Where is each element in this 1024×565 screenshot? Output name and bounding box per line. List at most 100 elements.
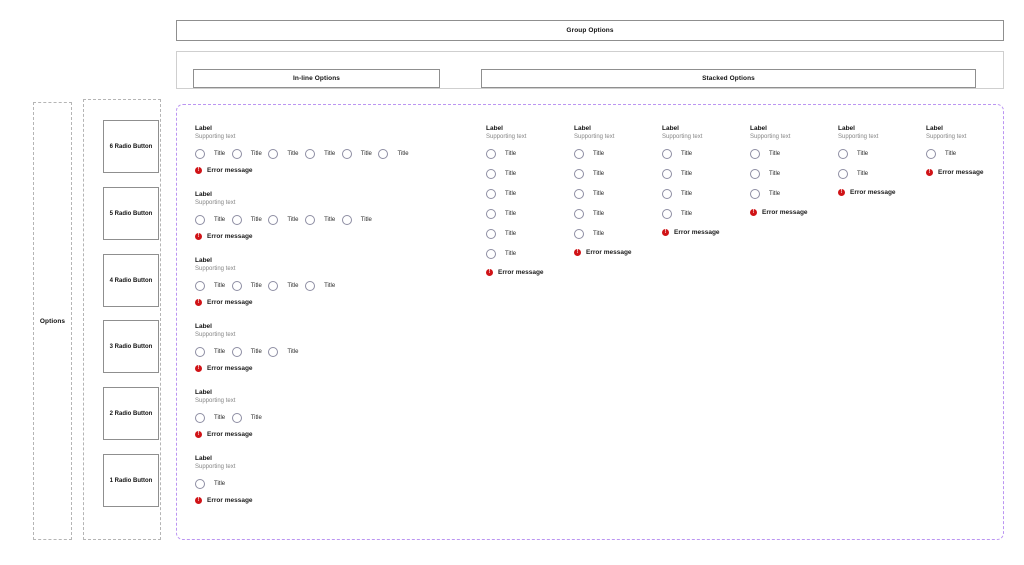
radio-button-icon[interactable] — [750, 169, 760, 179]
radio-option: Title — [926, 149, 956, 159]
radio-option-title: Title — [214, 217, 225, 223]
radio-option: Title — [750, 149, 780, 159]
radio-option: Title — [838, 149, 868, 159]
radio-row: Title Title Title Title Title — [195, 215, 378, 225]
radio-button-icon[interactable] — [486, 149, 496, 159]
radio-option: Title — [232, 281, 269, 291]
radio-option-title: Title — [361, 217, 372, 223]
error-row: ! Error message — [662, 229, 720, 236]
variant-box[interactable]: 1 Radio Button — [103, 454, 159, 507]
radio-option-title: Title — [681, 211, 692, 217]
radio-button-icon[interactable] — [232, 149, 242, 159]
group-supporting-text: Supporting text — [486, 134, 526, 141]
radio-button-icon[interactable] — [342, 149, 352, 159]
radio-row: Title Title Title Title Title Title — [195, 149, 415, 159]
radio-option-title: Title — [324, 283, 335, 289]
group-label: Label — [574, 125, 591, 132]
radio-button-icon[interactable] — [232, 215, 242, 225]
variant-box[interactable]: 3 Radio Button — [103, 320, 159, 373]
radio-option: Title — [232, 149, 269, 159]
radio-button-icon[interactable] — [750, 189, 760, 199]
radio-button-icon[interactable] — [268, 281, 278, 291]
radio-button-icon[interactable] — [195, 479, 205, 489]
radio-button-icon[interactable] — [305, 215, 315, 225]
radio-option-title: Title — [287, 283, 298, 289]
radio-button-icon[interactable] — [232, 347, 242, 357]
radio-button-icon[interactable] — [662, 169, 672, 179]
radio-button-icon[interactable] — [195, 347, 205, 357]
radio-button-icon[interactable] — [486, 249, 496, 259]
group-label: Label — [195, 455, 212, 462]
radio-button-icon[interactable] — [486, 189, 496, 199]
radio-button-icon[interactable] — [305, 149, 315, 159]
radio-option-title: Title — [505, 211, 516, 217]
variant-box-label: 6 Radio Button — [110, 144, 153, 150]
radio-option: Title — [574, 209, 604, 219]
radio-button-icon[interactable] — [486, 209, 496, 219]
radio-button-icon[interactable] — [195, 215, 205, 225]
radio-button-icon[interactable] — [268, 215, 278, 225]
radio-option-title: Title — [945, 151, 956, 157]
radio-option: Title — [268, 149, 305, 159]
radio-button-icon[interactable] — [574, 149, 584, 159]
error-row: ! Error message — [195, 233, 253, 240]
radio-button-icon[interactable] — [232, 281, 242, 291]
group-options-frame[interactable]: Group Options — [176, 20, 1004, 41]
variant-box[interactable]: 4 Radio Button — [103, 254, 159, 307]
error-icon: ! — [195, 497, 202, 504]
radio-option: Title — [195, 347, 232, 357]
variant-box[interactable]: 5 Radio Button — [103, 187, 159, 240]
variant-box-label: 5 Radio Button — [110, 211, 153, 217]
radio-button-icon[interactable] — [838, 149, 848, 159]
radio-button-icon[interactable] — [662, 209, 672, 219]
variant-box[interactable]: 2 Radio Button — [103, 387, 159, 440]
error-icon: ! — [486, 269, 493, 276]
error-row: ! Error message — [195, 365, 253, 372]
radio-option-title: Title — [593, 231, 604, 237]
error-row: ! Error message — [838, 189, 896, 196]
radio-option: Title — [574, 149, 604, 159]
radio-option: Title — [232, 347, 269, 357]
radio-button-icon[interactable] — [926, 149, 936, 159]
stacked-options-frame[interactable]: Stacked Options — [481, 69, 976, 88]
error-row: ! Error message — [195, 431, 253, 438]
radio-button-icon[interactable] — [574, 229, 584, 239]
radio-button-icon[interactable] — [378, 149, 388, 159]
radio-button-icon[interactable] — [486, 169, 496, 179]
radio-option-title: Title — [251, 415, 262, 421]
inline-options-frame[interactable]: In-line Options — [193, 69, 440, 88]
radio-button-icon[interactable] — [486, 229, 496, 239]
error-icon: ! — [838, 189, 845, 196]
radio-option-title: Title — [214, 349, 225, 355]
radio-button-icon[interactable] — [574, 169, 584, 179]
radio-button-icon[interactable] — [574, 209, 584, 219]
radio-button-icon[interactable] — [662, 149, 672, 159]
radio-button-icon[interactable] — [750, 149, 760, 159]
radio-option-title: Title — [251, 151, 262, 157]
group-supporting-text: Supporting text — [926, 134, 966, 141]
radio-option-title: Title — [593, 191, 604, 197]
radio-option-title: Title — [287, 151, 298, 157]
radio-button-icon[interactable] — [305, 281, 315, 291]
group-label: Label — [195, 125, 212, 132]
group-label: Label — [195, 323, 212, 330]
radio-button-icon[interactable] — [838, 169, 848, 179]
radio-option-title: Title — [769, 171, 780, 177]
error-message: Error message — [207, 431, 253, 438]
inline-radio-group: Label Supporting text Title Title ! Erro… — [195, 389, 625, 449]
error-row: ! Error message — [195, 299, 253, 306]
radio-button-icon[interactable] — [574, 189, 584, 199]
variant-list-frame: 6 Radio Button 5 Radio Button 4 Radio Bu… — [83, 99, 161, 540]
radio-button-icon[interactable] — [195, 281, 205, 291]
radio-option-title: Title — [681, 171, 692, 177]
radio-button-icon[interactable] — [268, 347, 278, 357]
variant-box-label: 4 Radio Button — [110, 278, 153, 284]
radio-button-icon[interactable] — [268, 149, 278, 159]
radio-button-icon[interactable] — [195, 149, 205, 159]
radio-button-icon[interactable] — [232, 413, 242, 423]
radio-button-icon[interactable] — [662, 189, 672, 199]
variant-box[interactable]: 6 Radio Button — [103, 120, 159, 173]
radio-button-icon[interactable] — [195, 413, 205, 423]
group-supporting-text: Supporting text — [574, 134, 614, 141]
radio-button-icon[interactable] — [342, 215, 352, 225]
